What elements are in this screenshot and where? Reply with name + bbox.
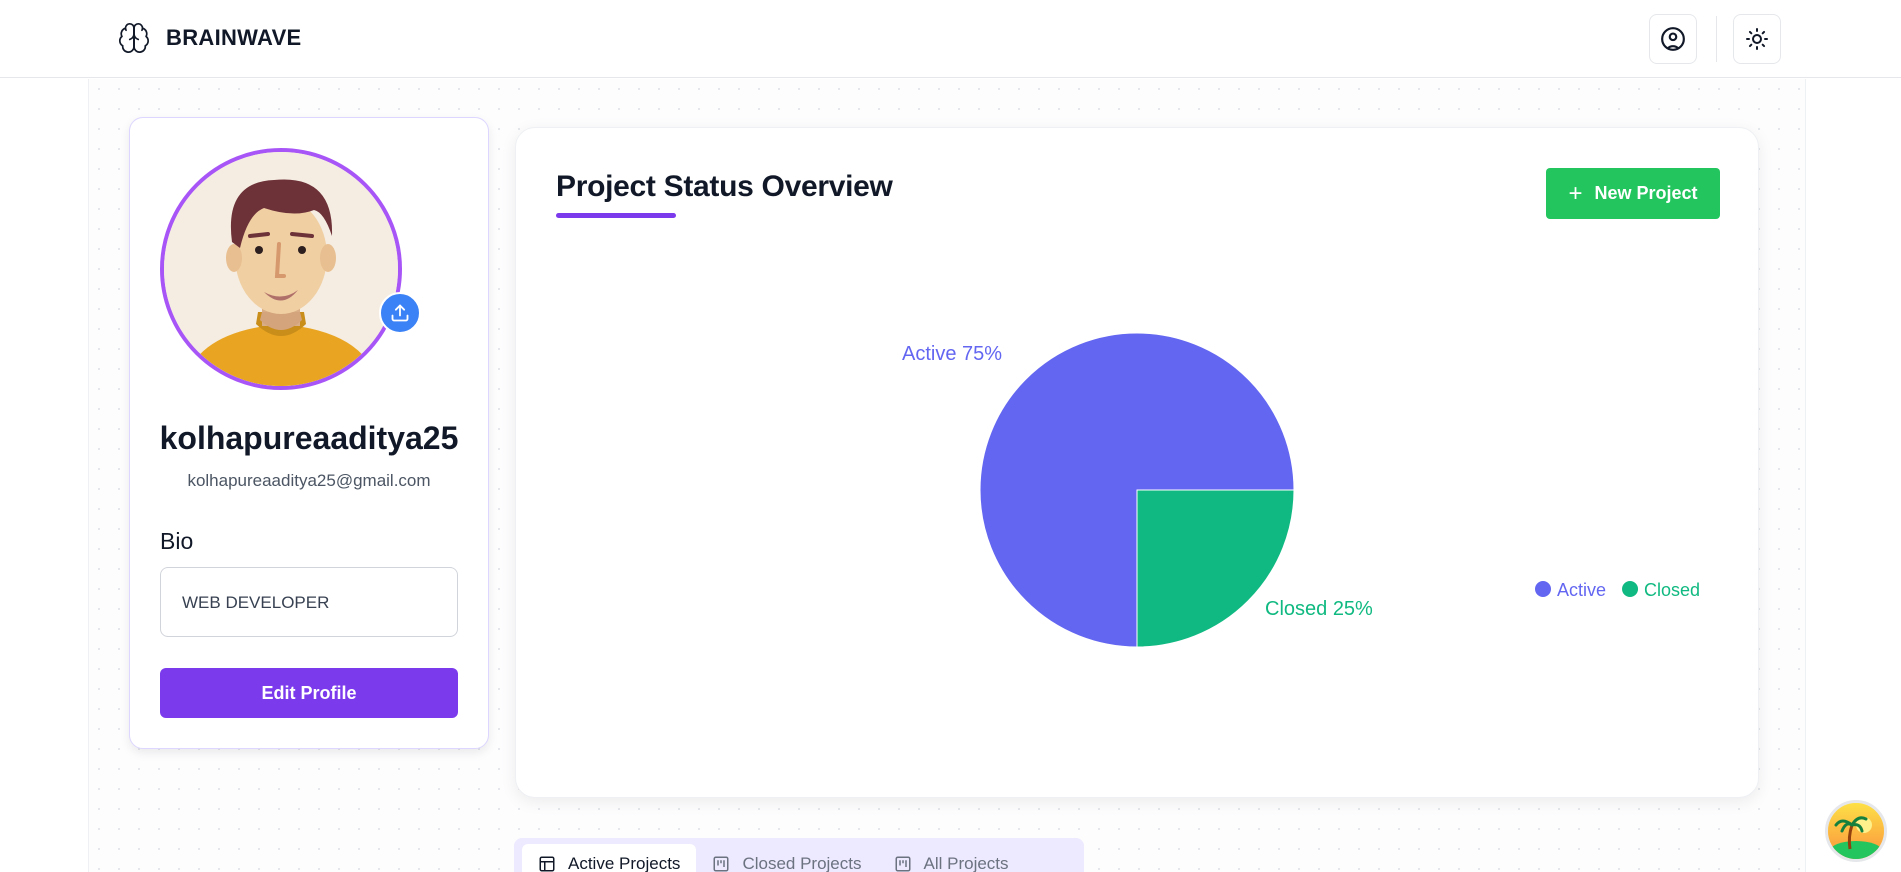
legend-label: Closed: [1644, 580, 1700, 600]
palm-tree-icon: [1828, 803, 1884, 859]
kanban-icon: [895, 856, 910, 872]
theme-toggle-button[interactable]: [1733, 14, 1781, 64]
legend-item-active[interactable]: Active: [1535, 580, 1606, 600]
upload-avatar-button[interactable]: [379, 292, 421, 334]
legend-item-closed[interactable]: Closed: [1622, 580, 1700, 600]
profile-username: kolhapureaaditya25: [159, 420, 459, 456]
brand-name: BRAINWAVE: [166, 25, 302, 50]
avatar: [160, 148, 402, 390]
brand[interactable]: BRAINWAVE: [117, 20, 302, 56]
project-overview-card: Project Status Overview + New Project Ac…: [515, 127, 1759, 798]
floating-assistant-button[interactable]: [1825, 800, 1887, 862]
bio-field[interactable]: WEB DEVELOPER: [160, 567, 458, 637]
top-navbar: BRAINWAVE: [0, 0, 1901, 78]
legend-swatch: [1622, 581, 1639, 597]
pie-label-closed: Closed 25%: [1265, 598, 1373, 620]
tab-label: All Projects: [923, 854, 1009, 872]
tab-closed-projects[interactable]: Closed Projects: [696, 844, 877, 872]
pie-slice-closed[interactable]: [1136, 489, 1295, 648]
kanban-icon: [713, 856, 729, 872]
project-tabs: Active Projects Closed Projects All Proj…: [514, 838, 1084, 872]
tab-label: Closed Projects: [742, 854, 862, 872]
profile-card: kolhapureaaditya25 kolhapureaaditya25@gm…: [129, 117, 489, 749]
project-status-pie-chart: Active 75% Closed 25% Active Closed: [902, 332, 1700, 648]
layout-icon: [539, 856, 555, 872]
tab-label: Active Projects: [568, 854, 681, 872]
bio-label: Bio: [160, 528, 194, 554]
tab-all-projects[interactable]: All Projects: [878, 844, 1025, 872]
pie-label-active: Active 75%: [902, 343, 1002, 365]
legend-label: Active: [1557, 580, 1606, 600]
avatar-illustration: [164, 152, 398, 386]
edit-profile-button[interactable]: Edit Profile: [160, 668, 458, 718]
sun-icon: [1746, 28, 1768, 50]
user-circle-icon: [1661, 27, 1685, 51]
legend-swatch: [1535, 581, 1551, 597]
header-divider: [1716, 16, 1717, 62]
brain-icon: [119, 22, 149, 53]
tab-active-projects[interactable]: Active Projects: [522, 844, 697, 872]
profile-button[interactable]: [1649, 14, 1697, 64]
profile-email: kolhapureaaditya25@gmail.com: [187, 471, 431, 490]
upload-icon: [391, 304, 409, 322]
